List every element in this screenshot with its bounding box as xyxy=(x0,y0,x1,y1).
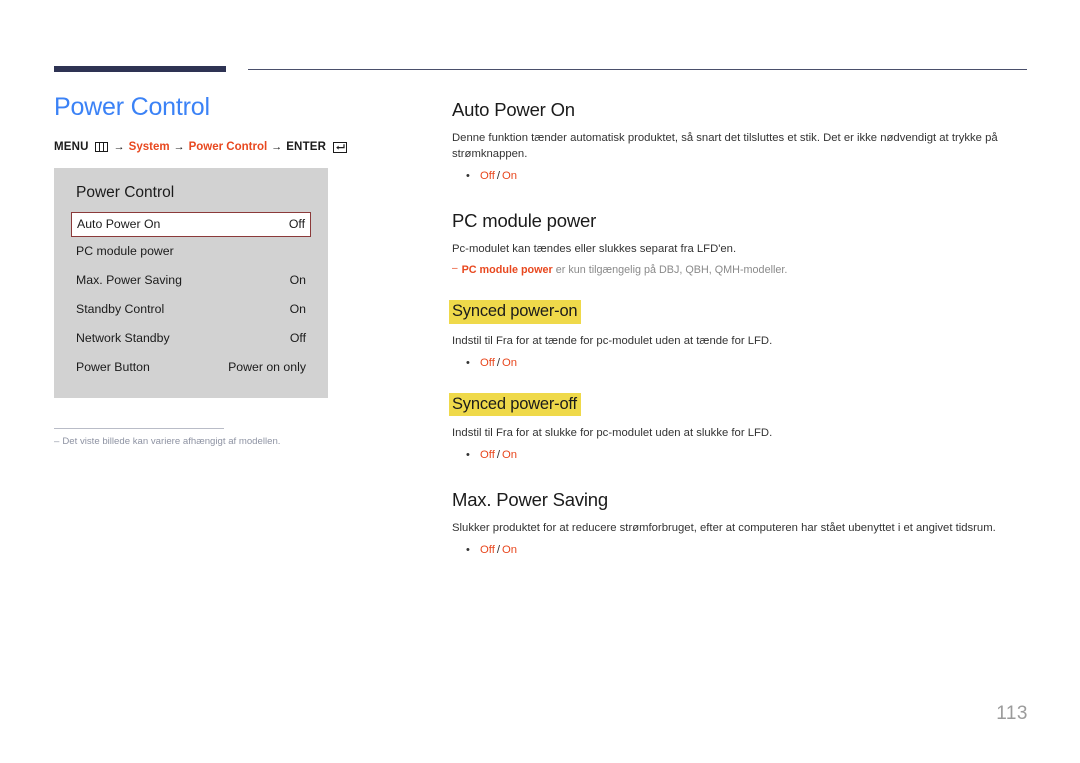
option-off[interactable]: Off xyxy=(480,449,495,461)
header-accent-bar xyxy=(54,66,226,72)
section-synced-power-off: Synced power-off Indstil til Fra for at … xyxy=(449,392,1028,464)
footnote-text: Det viste billede kan variere afhængigt … xyxy=(62,435,281,447)
option-on[interactable]: On xyxy=(502,544,517,556)
osd-row-auto-power-on[interactable]: Auto Power On Off xyxy=(71,211,311,237)
osd-row-power-button[interactable]: Power Button Power on only xyxy=(74,353,308,382)
page-number: 113 xyxy=(996,703,1028,724)
section-body: Slukker produktet for at reducere strømf… xyxy=(452,522,996,535)
osd-row-value: Off xyxy=(289,331,306,346)
osd-row-label: Network Standby xyxy=(76,331,170,346)
osd-row-value: Power on only xyxy=(228,360,306,375)
section-heading: PC module power xyxy=(452,210,597,232)
header-divider-line xyxy=(248,69,1027,71)
section-max-power-saving: Max. Power Saving Slukker produktet for … xyxy=(452,488,1028,558)
note-text-wrapper: PC module power er kun tilgængelig på DB… xyxy=(462,263,788,278)
section-body: Indstil til Fra for at tænde for pc-modu… xyxy=(452,334,773,347)
bullet-dot: • xyxy=(466,356,470,369)
breadcrumb-menu-label: MENU xyxy=(54,141,89,154)
footnote-dash: ‒ xyxy=(54,435,60,447)
option-separator: / xyxy=(496,544,501,557)
osd-row-pc-module-power[interactable]: PC module power xyxy=(74,237,308,266)
osd-row-value: On xyxy=(289,273,306,288)
option-values: Off / On xyxy=(480,356,517,371)
section-auto-power-on: Auto Power On Denne funktion tænder auto… xyxy=(452,98,1028,184)
breadcrumb-arrow-3: → xyxy=(271,141,283,154)
breadcrumb: MENU → System → Power Control → ENTER xyxy=(54,140,424,154)
page-header-rules xyxy=(0,0,1080,80)
osd-row-label: Auto Power On xyxy=(77,217,161,232)
osd-row-network-standby[interactable]: Network Standby Off xyxy=(74,324,308,353)
menu-grid-icon xyxy=(94,142,108,153)
section-heading: Synced power-off xyxy=(449,392,581,417)
section-note: ‒ PC module power er kun tilgængelig på … xyxy=(452,263,1028,278)
left-footnote: ‒ Det viste billede kan variere afhængigt… xyxy=(54,427,319,449)
section-pc-module-power: PC module power Pc-modulet kan tændes el… xyxy=(452,209,1028,278)
osd-row-value: On xyxy=(289,302,306,317)
option-off[interactable]: Off xyxy=(480,357,495,369)
breadcrumb-arrow-1: → xyxy=(113,141,125,154)
left-column: Power Control MENU → System → Power Cont… xyxy=(54,92,424,449)
page-title: Power Control xyxy=(54,93,210,121)
osd-row-value: Off xyxy=(288,217,305,232)
option-separator: / xyxy=(496,170,501,183)
option-list-item: • Off / On xyxy=(452,448,1028,463)
note-dash: ‒ xyxy=(452,263,458,275)
section-heading: Auto Power On xyxy=(452,99,575,120)
note-rest: er kun tilgængelig på DBJ, QBH, QMH-mode… xyxy=(552,264,788,277)
osd-panel-title: Power Control xyxy=(76,184,175,202)
breadcrumb-enter-label: ENTER xyxy=(286,141,327,154)
osd-row-label: Standby Control xyxy=(76,302,165,317)
option-separator: / xyxy=(496,449,501,462)
osd-row-standby-control[interactable]: Standby Control On xyxy=(74,295,308,324)
option-separator: / xyxy=(496,356,501,369)
option-list-item: • Off / On xyxy=(452,543,1028,558)
option-values: Off / On xyxy=(480,543,517,558)
option-on[interactable]: On xyxy=(502,449,517,461)
osd-menu-panel: Power Control Auto Power On Off PC modul… xyxy=(54,168,328,398)
footnote-text-wrapper: ‒ Det viste billede kan variere afhængigt… xyxy=(54,436,319,449)
section-heading: Synced power-on xyxy=(449,300,582,324)
breadcrumb-item-power-control[interactable]: Power Control xyxy=(189,140,268,154)
option-on[interactable]: On xyxy=(502,170,517,182)
section-heading: Max. Power Saving xyxy=(452,489,608,511)
option-values: Off / On xyxy=(480,448,517,463)
section-synced-power-on: Synced power-on Indstil til Fra for at t… xyxy=(449,300,1028,371)
option-off[interactable]: Off xyxy=(480,170,495,182)
bullet-dot: • xyxy=(466,449,470,462)
option-list-item: • Off / On xyxy=(452,169,1028,184)
option-off[interactable]: Off xyxy=(480,544,495,556)
section-body: Indstil til Fra for at slukke for pc-mod… xyxy=(452,427,773,440)
footnote-divider xyxy=(54,427,224,429)
section-body: Pc-modulet kan tændes eller slukkes sepa… xyxy=(452,243,737,256)
osd-row-label: PC module power xyxy=(76,244,174,259)
osd-row-max-power-saving[interactable]: Max. Power Saving On xyxy=(74,266,308,295)
osd-row-label: Max. Power Saving xyxy=(76,273,182,288)
note-term: PC module power xyxy=(461,264,553,277)
breadcrumb-item-system[interactable]: System xyxy=(129,140,170,154)
bullet-dot: • xyxy=(466,544,470,557)
option-list-item: • Off / On xyxy=(452,356,1028,371)
osd-row-label: Power Button xyxy=(76,360,150,375)
enter-key-icon xyxy=(333,141,348,153)
option-on[interactable]: On xyxy=(502,357,517,369)
breadcrumb-arrow-2: → xyxy=(173,141,185,154)
right-column: Auto Power On Denne funktion tænder auto… xyxy=(449,98,1028,558)
bullet-dot: • xyxy=(466,170,470,183)
section-body: Denne funktion tænder automatisk produkt… xyxy=(452,132,998,161)
option-values: Off / On xyxy=(480,169,517,184)
